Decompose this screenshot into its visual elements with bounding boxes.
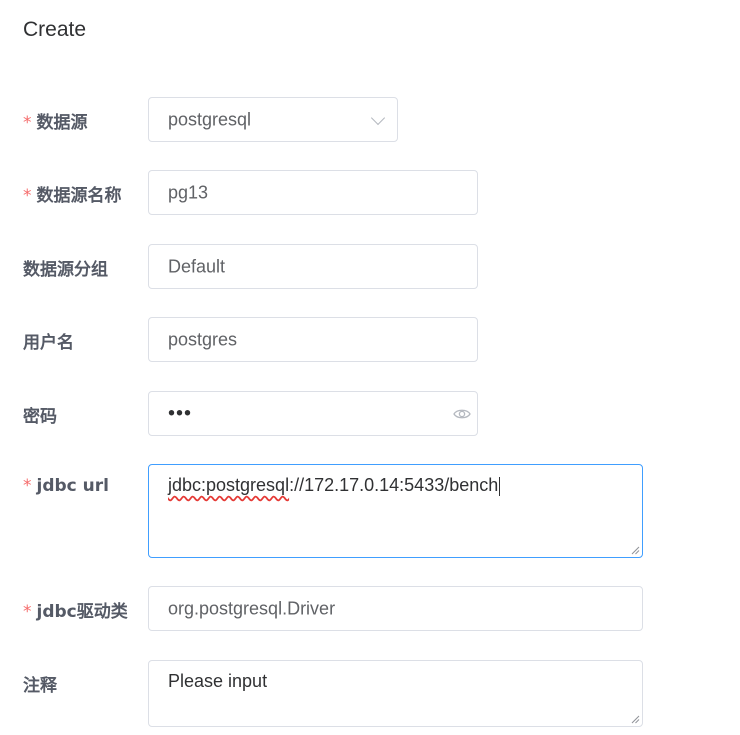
form-item-datasource: * 数据源 postgresql bbox=[0, 97, 740, 142]
resize-handle-icon[interactable] bbox=[631, 546, 640, 555]
datasource-group-value: Default bbox=[168, 256, 226, 276]
password-input[interactable]: ••• bbox=[148, 391, 478, 436]
jdbc-driver-value: org.postgresql.Driver bbox=[168, 598, 336, 618]
jdbc-driver-input[interactable]: org.postgresql.Driver bbox=[148, 586, 643, 631]
chevron-down-icon[interactable] bbox=[370, 110, 386, 125]
required-mark: * bbox=[23, 602, 32, 622]
required-mark: * bbox=[23, 113, 32, 133]
datasource-name-value: pg13 bbox=[168, 182, 209, 202]
username-value: postgres bbox=[168, 329, 238, 349]
datasource-group-input[interactable]: Default bbox=[148, 244, 478, 289]
form-item-password: 密码 ••• bbox=[0, 391, 740, 436]
form-item-username: 用户名 postgres bbox=[0, 317, 740, 362]
form-item-jdbc-driver: * jdbc驱动类 org.postgresql.Driver bbox=[0, 586, 740, 631]
form-item-datasource-group: 数据源分组 Default bbox=[0, 244, 740, 289]
resize-handle-icon[interactable] bbox=[631, 715, 640, 724]
jdbc-url-textarea[interactable]: jdbc:postgresql://172.17.0.14:5433/bench bbox=[148, 464, 643, 558]
form-item-jdbc-url: * jdbc url jdbc:postgresql://172.17.0.14:… bbox=[0, 464, 740, 558]
datasource-name-label: * 数据源名称 bbox=[23, 186, 122, 206]
form-item-comment: 注释 Please input bbox=[0, 660, 740, 727]
spellcheck-underline: jdbc:postgresql bbox=[168, 475, 290, 495]
datasource-name-input[interactable]: pg13 bbox=[148, 170, 478, 215]
datasource-select-value: postgresql bbox=[168, 109, 252, 129]
jdbc-url-value: jdbc:postgresql://172.17.0.14:5433/bench bbox=[168, 475, 501, 496]
form-item-datasource-name: * 数据源名称 pg13 bbox=[0, 170, 740, 215]
username-input[interactable]: postgres bbox=[148, 317, 478, 362]
required-mark: * bbox=[23, 186, 32, 206]
page-title: Create bbox=[23, 18, 87, 41]
datasource-label: * 数据源 bbox=[23, 113, 88, 133]
datasource-select[interactable]: postgresql bbox=[148, 97, 398, 142]
comment-label: 注释 bbox=[23, 676, 57, 696]
datasource-group-label: 数据源分组 bbox=[23, 260, 108, 280]
comment-placeholder: Please input bbox=[168, 671, 268, 691]
username-label: 用户名 bbox=[23, 333, 74, 353]
jdbc-url-label: * jdbc url bbox=[23, 476, 109, 496]
comment-textarea[interactable]: Please input bbox=[148, 660, 643, 727]
jdbc-driver-label: * jdbc驱动类 bbox=[23, 602, 128, 622]
password-label: 密码 bbox=[23, 407, 57, 427]
eye-icon[interactable] bbox=[453, 408, 471, 420]
required-mark: * bbox=[23, 476, 32, 496]
password-value: ••• bbox=[168, 402, 193, 424]
text-caret bbox=[499, 476, 501, 496]
